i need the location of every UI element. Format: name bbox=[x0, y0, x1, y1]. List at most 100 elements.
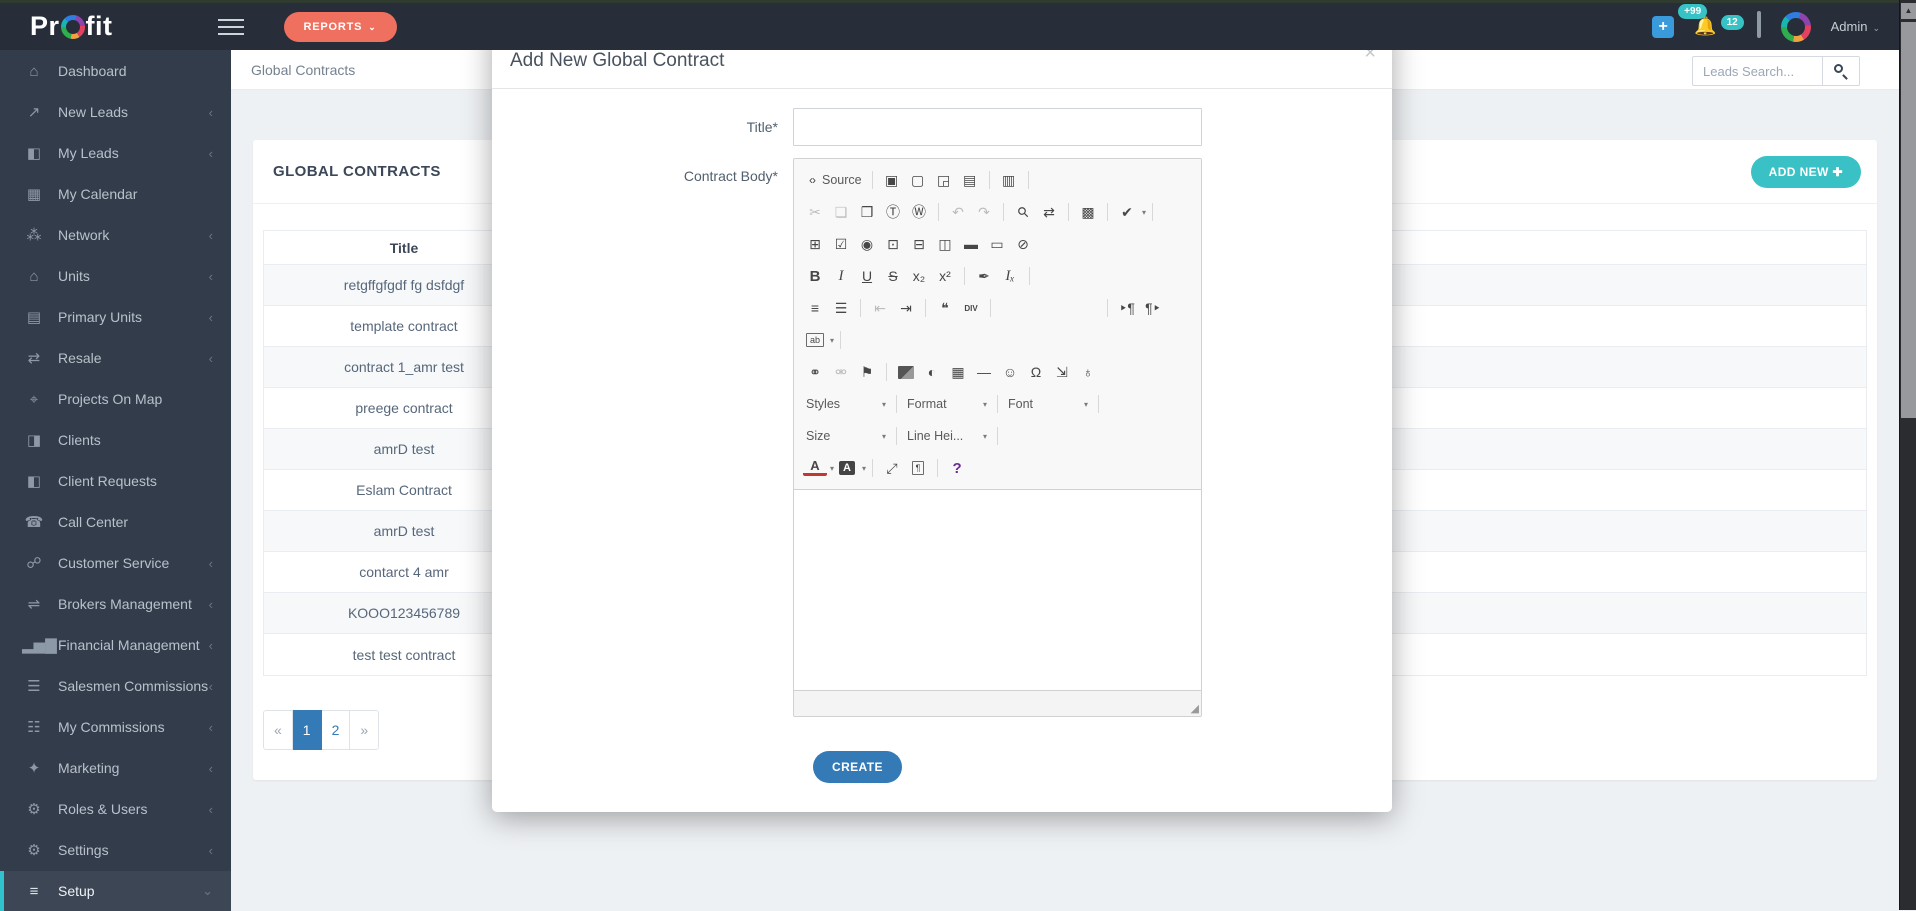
contract-title-input[interactable] bbox=[793, 108, 1202, 146]
print-icon[interactable]: ▤ bbox=[958, 168, 982, 192]
text-field-icon[interactable]: ⊡ bbox=[881, 232, 905, 256]
reports-button[interactable]: REPORTS⌄ bbox=[284, 12, 397, 42]
sidebar-item-my-leads[interactable]: ◧My Leads‹ bbox=[0, 133, 231, 173]
sidebar-item-salesmen-commissions[interactable]: ☰Salesmen Commissions‹ bbox=[0, 666, 231, 706]
maximize-icon[interactable]: ⤢ bbox=[880, 456, 904, 480]
pagination-next[interactable]: » bbox=[350, 710, 379, 750]
sidebar-item-brokers-management[interactable]: ⇌Brokers Management‹ bbox=[0, 584, 231, 624]
paste-word-icon[interactable]: Ⓦ bbox=[907, 200, 931, 224]
user-avatar[interactable] bbox=[1781, 12, 1811, 42]
iframe-icon[interactable]: ♁ bbox=[1076, 360, 1100, 384]
scrollbar-thumb[interactable] bbox=[1901, 22, 1916, 418]
save-icon[interactable]: ▣ bbox=[880, 168, 904, 192]
dropdown-caret-icon[interactable]: ▾ bbox=[830, 464, 834, 473]
about-icon[interactable]: ? bbox=[945, 456, 969, 480]
pagination-page-2[interactable]: 2 bbox=[322, 710, 351, 750]
special-char-icon[interactable]: Ω bbox=[1024, 360, 1048, 384]
table-icon[interactable]: ▦ bbox=[946, 360, 970, 384]
sidebar-item-units[interactable]: ⌂Units‹ bbox=[0, 256, 231, 296]
sidebar-item-financial-management[interactable]: ▂▅▇Financial Management‹ bbox=[0, 625, 231, 665]
leads-search-button[interactable] bbox=[1822, 56, 1860, 86]
form-icon[interactable]: ⊞ bbox=[803, 232, 827, 256]
sidebar-item-new-leads[interactable]: ↗New Leads‹ bbox=[0, 92, 231, 132]
sidebar-item-customer-service[interactable]: ☍Customer Service‹ bbox=[0, 543, 231, 583]
font-combo[interactable]: Font▾ bbox=[1004, 397, 1092, 411]
sidebar-item-resale[interactable]: ⇄Resale‹ bbox=[0, 338, 231, 378]
image-button-icon[interactable]: ▭ bbox=[985, 232, 1009, 256]
paste-text-icon[interactable]: Ⓣ bbox=[881, 200, 905, 224]
cut-icon[interactable]: ✂ bbox=[803, 200, 827, 224]
sidebar-item-my-calendar[interactable]: ▦My Calendar bbox=[0, 174, 231, 214]
quick-add-button[interactable]: + bbox=[1652, 16, 1674, 38]
source-label[interactable]: Source bbox=[822, 173, 862, 187]
remove-format-icon[interactable]: Iₓ bbox=[998, 264, 1022, 288]
find-icon[interactable]: ⚲ bbox=[1006, 195, 1040, 229]
text-color-icon[interactable]: A bbox=[803, 458, 827, 476]
link-icon[interactable]: ⚭ bbox=[803, 360, 827, 384]
page-break-icon[interactable]: ⇲ bbox=[1050, 360, 1074, 384]
sidebar-item-primary-units[interactable]: ▤Primary Units‹ bbox=[0, 297, 231, 337]
sidebar-item-projects-on-map[interactable]: ⌖Projects On Map bbox=[0, 379, 231, 419]
calendar-nav-icon[interactable] bbox=[1757, 16, 1761, 37]
underline-icon[interactable]: U bbox=[855, 264, 879, 288]
redo-icon[interactable]: ↷ bbox=[972, 200, 996, 224]
indent-icon[interactable]: ⇥ bbox=[894, 296, 918, 320]
undo-icon[interactable]: ↶ bbox=[946, 200, 970, 224]
select-field-icon[interactable]: ◫ bbox=[933, 232, 957, 256]
blockquote-icon[interactable]: ❝ bbox=[933, 296, 957, 320]
strikethrough-icon[interactable]: S bbox=[881, 264, 905, 288]
align-right-icon[interactable] bbox=[1050, 296, 1074, 320]
menu-toggle-icon[interactable] bbox=[218, 19, 244, 35]
sidebar-item-dashboard[interactable]: ⌂Dashboard bbox=[0, 51, 231, 91]
copy-formatting-icon[interactable]: ✒ bbox=[972, 264, 996, 288]
spellcheck-icon[interactable]: ✔ bbox=[1115, 200, 1139, 224]
language-icon[interactable]: ab bbox=[803, 328, 827, 352]
sidebar-item-roles-users[interactable]: ⚙Roles & Users‹ bbox=[0, 789, 231, 829]
resize-grip-icon[interactable]: ◢ bbox=[1191, 702, 1199, 715]
anchor-icon[interactable]: ⚑ bbox=[855, 360, 879, 384]
styles-combo[interactable]: Styles▾ bbox=[802, 397, 890, 411]
leads-search-input[interactable] bbox=[1692, 56, 1822, 86]
bold-icon[interactable]: B bbox=[803, 264, 827, 288]
sidebar-item-my-commissions[interactable]: ☷My Commissions‹ bbox=[0, 707, 231, 747]
notifications-bell-icon[interactable]: 🔔+99 bbox=[1694, 16, 1716, 37]
textarea-icon[interactable]: ⊟ bbox=[907, 232, 931, 256]
sidebar-item-clients[interactable]: ◨Clients bbox=[0, 420, 231, 460]
flash-icon[interactable]: ◐ bbox=[920, 360, 944, 384]
button-icon[interactable]: ▬ bbox=[959, 232, 983, 256]
bg-color-icon[interactable]: A bbox=[835, 456, 859, 480]
checkbox-icon[interactable]: ☑ bbox=[829, 232, 853, 256]
dropdown-caret-icon[interactable]: ▾ bbox=[862, 464, 866, 473]
sidebar-item-call-center[interactable]: ☎Call Center bbox=[0, 502, 231, 542]
sidebar-item-client-requests[interactable]: ◧Client Requests bbox=[0, 461, 231, 501]
editor-content-area[interactable] bbox=[794, 490, 1201, 690]
templates-icon[interactable]: ▥ bbox=[997, 168, 1021, 192]
div-container-icon[interactable]: DIV bbox=[959, 296, 983, 320]
horizontal-rule-icon[interactable]: — bbox=[972, 360, 996, 384]
select-all-icon[interactable]: ▩ bbox=[1076, 200, 1100, 224]
hidden-field-icon[interactable]: ⊘ bbox=[1011, 232, 1035, 256]
superscript-icon[interactable]: x² bbox=[933, 264, 957, 288]
bidi-ltr-icon[interactable]: ‣¶ bbox=[1115, 296, 1139, 320]
italic-icon[interactable]: I bbox=[829, 264, 853, 288]
dropdown-caret-icon[interactable]: ▾ bbox=[830, 336, 834, 345]
replace-icon[interactable]: ⇄ bbox=[1037, 200, 1061, 224]
dropdown-caret-icon[interactable]: ▾ bbox=[1142, 208, 1146, 217]
page-scrollbar[interactable]: ▲ bbox=[1899, 0, 1916, 910]
add-new-button[interactable]: ADD NEW ✚ bbox=[1751, 156, 1861, 188]
numbered-list-icon[interactable]: ≡ bbox=[803, 296, 827, 320]
format-combo[interactable]: Format▾ bbox=[903, 397, 991, 411]
radio-button-icon[interactable]: ◉ bbox=[855, 232, 879, 256]
copy-icon[interactable]: ❏ bbox=[829, 200, 853, 224]
sidebar-item-network[interactable]: ⁂Network‹ bbox=[0, 215, 231, 255]
sidebar-item-marketing[interactable]: ✦Marketing‹ bbox=[0, 748, 231, 788]
image-icon[interactable] bbox=[894, 360, 918, 384]
line-height-combo[interactable]: Line Hei...▾ bbox=[903, 429, 991, 443]
pagination-prev[interactable]: « bbox=[263, 710, 293, 750]
source-icon[interactable]: ‹› bbox=[803, 168, 821, 192]
sidebar-item-settings[interactable]: ⚙Settings‹ bbox=[0, 830, 231, 870]
profit-logo[interactable]: Pr fit bbox=[30, 11, 113, 42]
outdent-icon[interactable]: ⇤ bbox=[868, 296, 892, 320]
create-button[interactable]: CREATE bbox=[813, 751, 902, 783]
pagination-page-1[interactable]: 1 bbox=[293, 710, 322, 750]
